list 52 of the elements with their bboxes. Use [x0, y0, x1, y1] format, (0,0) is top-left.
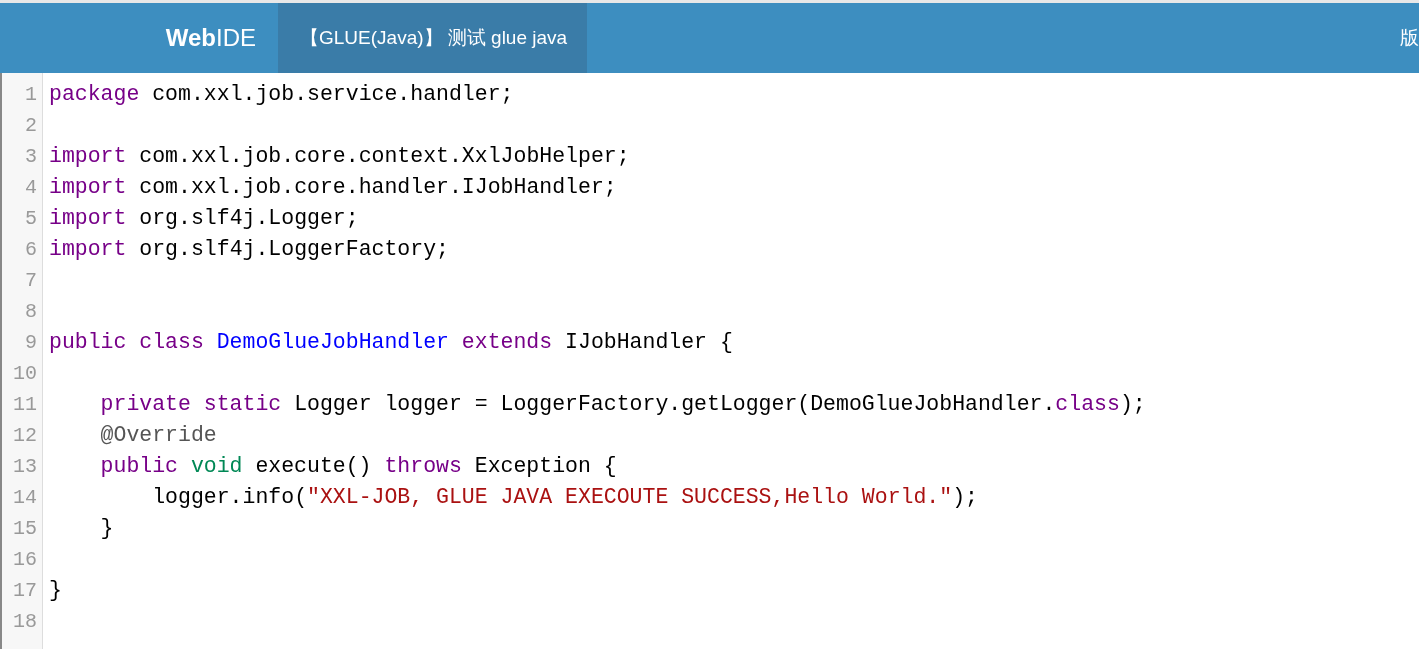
code-keyword: import — [49, 175, 127, 199]
line-number: 14 — [12, 485, 38, 511]
line-number: 2 — [24, 113, 38, 139]
code-text: } — [100, 516, 114, 540]
line-number: 17 — [12, 578, 38, 604]
line-number: 4 — [24, 175, 38, 201]
line-number: 9 — [24, 330, 38, 356]
code-keyword: class — [139, 330, 204, 354]
line-number: 8 — [24, 299, 38, 325]
code-keyword: private — [100, 392, 191, 416]
code-class-name: DemoGlueJobHandler — [216, 330, 449, 354]
code-keyword: package — [49, 82, 140, 106]
line-number: 15 — [12, 516, 38, 542]
code-text: Exception { — [474, 454, 617, 478]
line-number: 7 — [24, 268, 38, 294]
code-keyword: class — [1055, 392, 1120, 416]
code-text: ); — [1119, 392, 1146, 416]
code-keyword: public — [49, 330, 127, 354]
line-number: 1 — [24, 82, 38, 108]
line-number: 18 — [12, 609, 38, 635]
code-text: logger.info( — [151, 485, 308, 509]
code-text: org.slf4j.Logger; — [139, 206, 359, 230]
code-string: "XXL-JOB, GLUE JAVA EXECOUTE SUCCESS,Hello World." — [307, 485, 953, 509]
line-number: 16 — [12, 547, 38, 573]
code-type: void — [190, 454, 243, 478]
code-keyword: import — [49, 206, 127, 230]
code-text: com.xxl.job.service.handler; — [152, 82, 514, 106]
code-text: org.slf4j.LoggerFactory; — [139, 237, 449, 261]
code-keyword: import — [49, 144, 127, 168]
code-keyword: import — [49, 237, 127, 261]
code-text: com.xxl.job.core.context.XxlJobHelper; — [139, 144, 630, 168]
line-number: 3 — [24, 144, 38, 170]
code-keyword: throws — [384, 454, 462, 478]
code-text: ); — [952, 485, 978, 509]
code-annotation: @Override — [100, 423, 217, 447]
code-keyword: extends — [461, 330, 553, 354]
line-number: 6 — [24, 237, 38, 263]
code-text: execute() — [255, 454, 372, 478]
line-number: 13 — [12, 454, 38, 480]
line-number: 12 — [12, 423, 38, 449]
header-text: 版 — [1400, 26, 1419, 50]
code-text: } — [49, 578, 62, 602]
line-number: 10 — [12, 361, 38, 387]
code-text: com.xxl.job.core.handler.IJobHandler; — [139, 175, 617, 199]
code-text: Logger logger = LoggerFactory.getLogger(DemoGlueJobHandler. — [294, 392, 1056, 416]
code-keyword: static — [203, 392, 282, 416]
code-keyword: public — [100, 454, 178, 478]
line-number: 5 — [24, 206, 38, 232]
line-number: 11 — [12, 392, 38, 418]
code-text: IJobHandler { — [565, 330, 733, 354]
editor-tab[interactable]: 【GLUE(Java)】 测试 glue java — [278, 3, 588, 73]
webide-logo: WebIDE — [164, 23, 257, 53]
